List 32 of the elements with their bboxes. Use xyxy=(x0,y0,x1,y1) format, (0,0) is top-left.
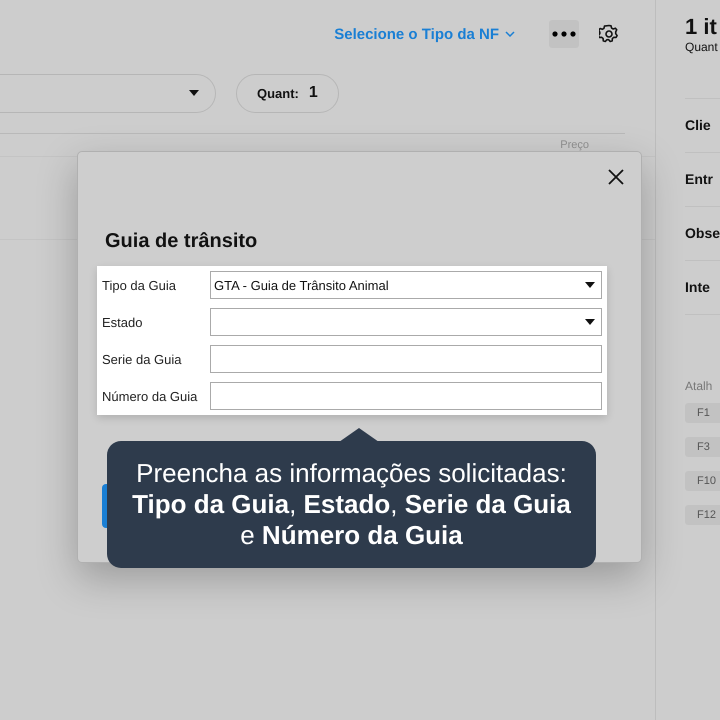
select-field[interactable] xyxy=(210,308,602,336)
dropdown-arrow-icon xyxy=(585,319,595,325)
section-header[interactable]: Clie xyxy=(685,99,720,153)
shortcut-key: F1 xyxy=(685,403,720,423)
field-label: Estado xyxy=(102,314,144,330)
dropdown-arrow-icon xyxy=(585,282,595,288)
chevron-down-icon xyxy=(505,31,515,37)
section-header[interactable]: Entr xyxy=(685,153,720,207)
items-count: 1 it xyxy=(685,14,718,40)
shortcuts-label: Atalh xyxy=(685,379,714,393)
section-header[interactable]: Obse xyxy=(685,207,720,261)
section-header[interactable]: Inte xyxy=(685,261,720,315)
quantity-field[interactable]: Quant: 1 xyxy=(236,74,339,112)
product-select[interactable] xyxy=(0,74,216,112)
input-field[interactable] xyxy=(210,382,602,410)
shortcut-key: F3 xyxy=(685,437,720,457)
select-field[interactable]: GTA - Guia de Trânsito Animal xyxy=(210,271,602,299)
field-label: Tipo da Guia xyxy=(102,278,177,292)
more-icon xyxy=(552,31,576,37)
dropdown-arrow-icon xyxy=(189,90,199,96)
tooltip-text: Preencha as informações solicitadas: Tipo da Guia, Estado, Serie da Guia e Número da Guia xyxy=(131,458,572,551)
shortcut-key: F10 xyxy=(685,471,720,491)
close-icon[interactable] xyxy=(608,169,624,185)
shortcut-key: F12 xyxy=(685,505,720,525)
field-label: Número da Guia xyxy=(102,388,198,404)
more-button[interactable] xyxy=(549,20,579,48)
quantity-label: Quant xyxy=(685,40,719,54)
input-field[interactable] xyxy=(210,345,602,373)
dialog-title: Guia de trânsito xyxy=(105,230,258,253)
settings-icon[interactable] xyxy=(599,24,619,44)
column-header: Preço xyxy=(560,139,589,153)
field-label: Serie da Guia xyxy=(102,352,182,366)
